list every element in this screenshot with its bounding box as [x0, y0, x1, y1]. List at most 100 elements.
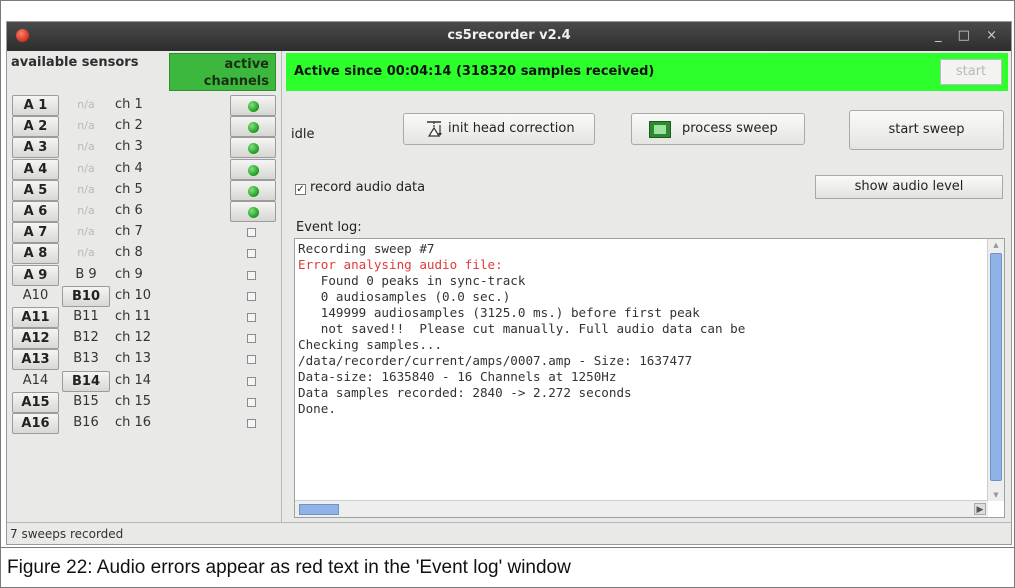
start-button[interactable]: start	[940, 59, 1002, 85]
sensor-a-12[interactable]: A12	[12, 328, 59, 350]
vertical-scroll-thumb[interactable]	[990, 253, 1002, 481]
sensor-b-11[interactable]: B11	[62, 307, 110, 328]
sensor-b-7: n/a	[77, 225, 95, 239]
sensor-row: A 8 n/a ch 8	[10, 243, 280, 265]
checkbox-checked-icon[interactable]: ✓	[295, 184, 306, 195]
record-audio-checkbox[interactable]: ✓ record audio data	[295, 180, 425, 195]
horizontal-scroll-thumb[interactable]	[299, 504, 339, 515]
title-bar: cs5recorder v2.4 _ □ ×	[7, 22, 1011, 51]
sensor-a-4[interactable]: A 4	[12, 158, 59, 180]
start-sweep-button[interactable]: start sweep	[849, 110, 1004, 150]
active-led-icon	[248, 164, 259, 176]
scroll-right-icon[interactable]: ▶	[974, 503, 986, 515]
sensor-row: A16 B16 ch 16	[10, 413, 280, 434]
channel-label-3: ch 3	[115, 139, 143, 155]
channel-toggle-12[interactable]	[230, 328, 276, 349]
record-audio-label: record audio data	[310, 180, 426, 195]
sensor-b-5: n/a	[77, 182, 95, 196]
channel-toggle-9[interactable]	[230, 265, 276, 286]
status-banner: Active since 00:04:14 (318320 samples re…	[286, 53, 1008, 91]
channel-toggle-6[interactable]	[230, 201, 276, 222]
channel-label-6: ch 6	[115, 203, 143, 218]
status-banner-text: Active since 00:04:14 (318320 samples re…	[294, 64, 655, 79]
sensor-a-9[interactable]: A 9	[12, 264, 59, 286]
sensor-b-15[interactable]: B15	[62, 392, 110, 413]
inactive-checkbox-icon	[247, 397, 256, 407]
sensor-panel: available sensors active channels A 1 n/a…	[7, 51, 282, 522]
figure-caption: Figure 22: Audio errors appear as red te…	[7, 557, 571, 578]
process-sweep-icon	[649, 121, 671, 138]
channel-toggle-14[interactable]	[230, 371, 276, 392]
sensor-b-13[interactable]: B13	[62, 349, 110, 370]
sensor-a-14[interactable]: A14	[12, 371, 59, 392]
status-bar: 7 sweeps recorded	[7, 522, 1011, 545]
scroll-up-icon[interactable]: ▲	[991, 240, 1001, 250]
scroll-down-icon[interactable]: ▼	[991, 490, 1001, 500]
channel-label-12: ch 12	[115, 330, 152, 346]
channel-toggle-7[interactable]	[230, 222, 276, 243]
sensor-b-12[interactable]: B12	[62, 328, 110, 349]
sensor-a-15[interactable]: A15	[12, 391, 59, 413]
channel-toggle-11[interactable]	[230, 307, 276, 328]
sensor-a-6[interactable]: A 6	[12, 201, 59, 222]
log-line: Done.	[298, 401, 336, 416]
channel-toggle-4[interactable]	[230, 158, 276, 180]
sensor-a-13[interactable]: A13	[12, 349, 59, 371]
channel-toggle-16[interactable]	[230, 413, 276, 434]
inactive-checkbox-icon	[247, 334, 256, 344]
app-window: cs5recorder v2.4 _ □ × available sensors…	[6, 21, 1012, 545]
process-sweep-button[interactable]: process sweep	[631, 113, 805, 145]
channel-toggle-3[interactable]	[230, 137, 276, 159]
sensor-b-8: n/a	[77, 246, 95, 260]
process-sweep-label: process sweep	[682, 121, 778, 136]
sensor-a-1[interactable]: A 1	[12, 95, 59, 116]
log-line: Checking samples...	[298, 337, 443, 352]
vertical-scrollbar[interactable]: ▲ ▼	[987, 239, 1004, 501]
log-line: Data samples recorded: 2840 -> 2.272 sec…	[298, 385, 632, 400]
caption-divider	[1, 547, 1015, 548]
channel-toggle-8[interactable]	[230, 243, 276, 264]
sensor-a-10[interactable]: A10	[12, 286, 59, 307]
init-head-correction-button[interactable]: init head correction	[403, 113, 595, 145]
active-channels-header[interactable]: active channels	[169, 53, 276, 91]
show-audio-level-button[interactable]: show audio level	[815, 175, 1003, 199]
sensor-a-5[interactable]: A 5	[12, 179, 59, 201]
inactive-checkbox-icon	[247, 355, 256, 365]
channel-label-14: ch 14	[115, 372, 152, 388]
init-head-correction-label: init head correction	[448, 121, 575, 136]
window-controls[interactable]: _ □ ×	[935, 28, 1003, 43]
sensor-b-3: n/a	[77, 140, 95, 154]
channel-label-11: ch 11	[115, 309, 152, 324]
inactive-checkbox-icon	[247, 249, 256, 259]
horizontal-scrollbar[interactable]: ▶	[295, 500, 988, 517]
sensor-b-6: n/a	[77, 204, 95, 217]
sensor-b-10[interactable]: B10	[62, 285, 110, 307]
sensor-a-16[interactable]: A16	[12, 413, 59, 434]
sensor-a-8[interactable]: A 8	[12, 243, 59, 265]
sensor-a-2[interactable]: A 2	[12, 116, 59, 138]
inactive-checkbox-icon	[247, 270, 256, 280]
sensor-b-1: n/a	[77, 98, 95, 111]
sensor-b-9[interactable]: B 9	[62, 265, 110, 286]
sensor-b-16[interactable]: B16	[62, 413, 110, 434]
log-line: Recording sweep #7	[298, 241, 435, 256]
channel-toggle-1[interactable]	[230, 95, 276, 116]
sensor-row: A 5 n/a ch 5	[10, 179, 280, 201]
inactive-checkbox-icon	[247, 376, 256, 386]
event-log[interactable]: Recording sweep #7 Error analysing audio …	[294, 238, 1005, 518]
log-error-line: Error analysing audio file:	[298, 257, 503, 272]
channel-toggle-5[interactable]	[230, 179, 276, 201]
channel-toggle-10[interactable]	[230, 286, 276, 307]
main-panel: Active since 00:04:14 (318320 samples re…	[283, 51, 1011, 522]
figure-frame: cs5recorder v2.4 _ □ × available sensors…	[0, 0, 1015, 588]
channel-toggle-13[interactable]	[230, 349, 276, 370]
sensor-a-7[interactable]: A 7	[12, 222, 59, 244]
sensor-a-3[interactable]: A 3	[12, 137, 59, 159]
sensor-row: A10 B10 ch 10	[10, 285, 280, 307]
channel-toggle-15[interactable]	[230, 392, 276, 413]
channel-label-4: ch 4	[115, 160, 143, 176]
sensor-b-14[interactable]: B14	[62, 370, 110, 392]
channel-toggle-2[interactable]	[230, 116, 276, 138]
sensor-row: A 2 n/a ch 2	[10, 116, 280, 138]
sensor-a-11[interactable]: A11	[12, 307, 59, 328]
